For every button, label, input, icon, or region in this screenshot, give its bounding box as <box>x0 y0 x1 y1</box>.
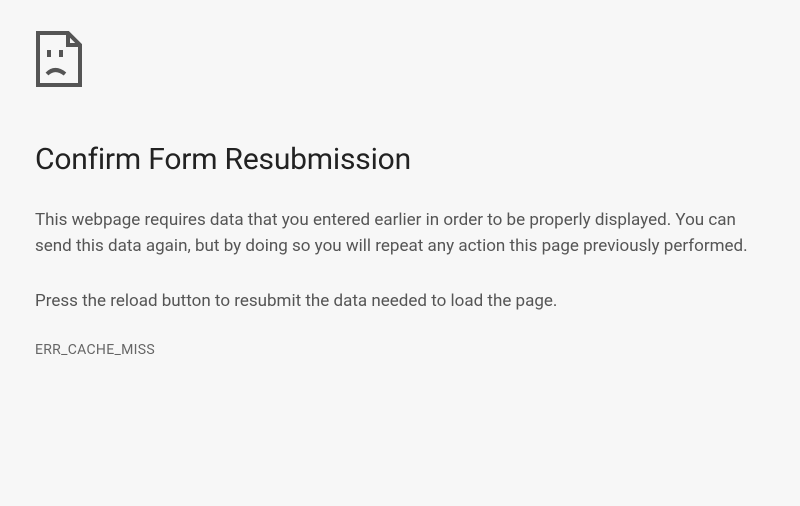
error-icon-container <box>35 30 760 92</box>
sad-page-icon <box>35 30 83 88</box>
error-message-secondary: Press the reload button to resubmit the … <box>35 288 755 314</box>
error-message-primary: This webpage requires data that you ente… <box>35 207 755 260</box>
page-title: Confirm Form Resubmission <box>35 142 760 177</box>
error-code: ERR_CACHE_MISS <box>35 342 760 358</box>
